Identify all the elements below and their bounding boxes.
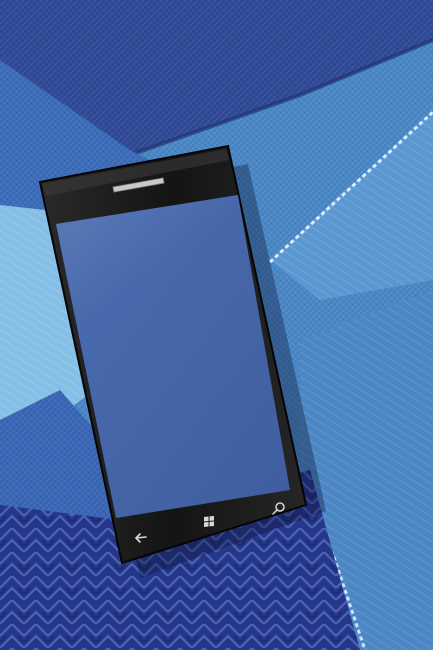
photo-scene [0,0,433,650]
photo-illustration [0,0,433,650]
